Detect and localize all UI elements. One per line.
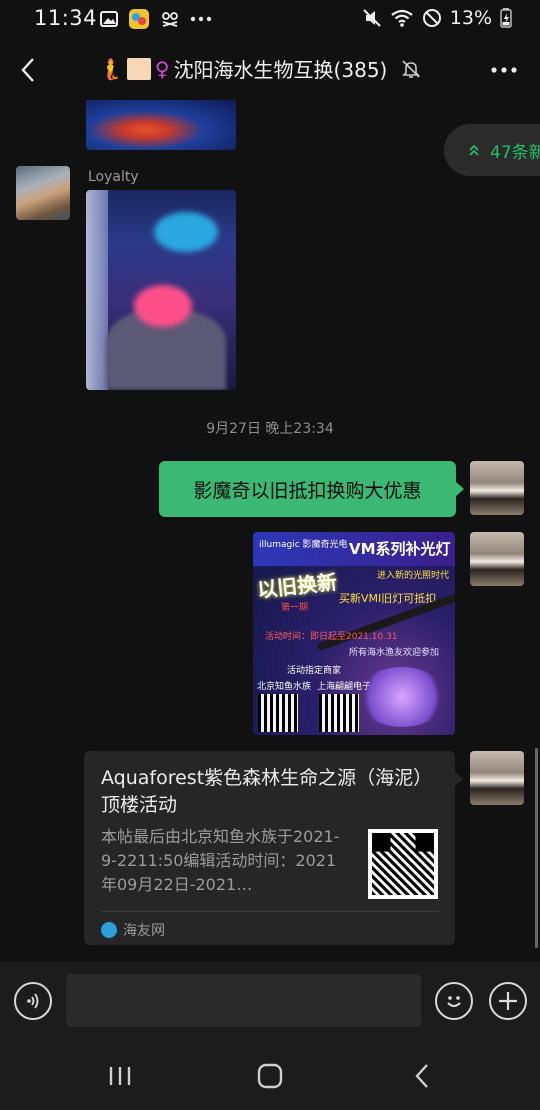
more-dots-icon [190,16,212,22]
poster-merchants-label: 活动指定商家 [287,666,342,676]
bell-off-icon [402,59,421,78]
poster-merchant-1: 北京知鱼水族 [257,682,312,692]
poster-big-text: 以旧换新 [256,569,339,603]
chat-messages[interactable]: 47条新 Loyalty 9月27日 晚上23:34 影魔奇以旧抵扣换购大优惠 … [0,100,540,962]
title-female-symbol: ♀ [154,56,170,81]
promo-poster-image[interactable]: illumagic 影魔奇光电 VM系列补光灯 进入新的光照时代 以旧换新 买新… [253,532,455,735]
poster-tagline: 进入新的光照时代 [377,571,450,581]
card-title: Aquaforest紫色森林生命之源（海泥）顶楼活动 [101,767,433,816]
title-emoji: 🧜 [98,56,123,81]
aquarium-photo-message[interactable] [86,190,236,390]
sender-name: Loyalty [88,169,139,185]
home-button[interactable] [256,1062,284,1090]
card-source: 海友网 [101,920,165,940]
avatar-self[interactable] [470,532,524,586]
card-qr-thumbnail [368,829,438,899]
video-off-icon [162,12,178,27]
poster-heading: VM系列补光灯 [349,540,451,558]
new-messages-count: 47条新 [490,142,540,163]
card-description: 本帖最后由北京知鱼水族于2021-9-2211:50编辑活动时间：2021年09… [101,827,340,894]
mute-icon [363,9,381,27]
status-time: 11:34 [34,6,98,30]
more-options-button[interactable] [486,52,522,88]
message-timestamp: 9月27日 晚上23:34 [206,421,334,437]
message-input-bar [0,962,540,1042]
status-icons-left [100,8,212,30]
avatar-self[interactable] [470,461,524,515]
poster-brand: illumagic 影魔奇光电 [259,540,348,550]
poster-activity-time: 活动时间：即日起至2021.10.31 [265,632,398,642]
battery-icon [500,8,512,28]
card-divider [101,911,439,912]
avatar-self[interactable] [470,751,524,805]
gallery-icon [100,11,118,27]
poster-line2: 买新VMI旧灯可抵扣 [339,592,437,605]
status-bar: 11:34 13% [0,0,540,38]
emoji-button[interactable] [435,982,473,1020]
back-button[interactable] [10,50,46,90]
dnd-icon [422,9,441,27]
more-dots-icon [491,67,517,73]
nav-back-button[interactable] [408,1062,436,1090]
chat-header: 🧜 ♀ 沈阳海水生物互换(385) [0,40,540,100]
image-message-partial[interactable] [86,100,236,150]
chat-screen: 11:34 13% 🧜 ♀ 沈阳海水生物互换(385) 47条新 Loyalty… [0,0,540,1110]
chat-title[interactable]: 🧜 ♀ 沈阳海水生物互换(385) [98,54,421,83]
home-icon [257,1063,283,1089]
source-logo-icon [101,922,117,938]
status-icons-right: 13% [362,7,512,29]
avatar-loyalty[interactable] [16,166,70,220]
chat-scrollbar[interactable] [535,748,538,948]
plus-icon [499,992,517,1010]
smiley-icon [447,996,461,1007]
more-actions-button[interactable] [489,982,527,1020]
system-nav-bar [0,1042,540,1110]
link-card-message[interactable]: Aquaforest紫色森林生命之源（海泥）顶楼活动 本帖最后由北京知鱼水族于2… [84,751,463,945]
app-icon [129,9,149,29]
poster-qr-code-2 [319,694,359,732]
title-color-swatch [126,57,151,80]
back-arrow-icon [415,1064,428,1088]
new-messages-badge[interactable]: 47条新 [444,124,540,176]
voice-input-button[interactable] [14,982,52,1020]
text-message-outgoing[interactable]: 影魔奇以旧抵扣换购大优惠 [159,461,464,517]
chevron-left-icon [21,58,34,82]
double-chevron-up-icon [469,144,479,156]
voice-icon [27,993,39,1009]
message-input[interactable] [66,974,421,1027]
battery-percent: 13% [449,7,492,29]
poster-welcome: 所有海水渔友欢迎参加 [349,648,440,658]
wifi-icon [391,9,413,27]
card-source-name: 海友网 [123,923,165,939]
recent-apps-button[interactable] [106,1062,134,1090]
title-text: 沈阳海水生物互换(385) [173,58,388,82]
poster-qr-code-1 [258,694,298,732]
poster-red-label: 第一期 [281,603,309,613]
recent-apps-icon [109,1067,131,1085]
